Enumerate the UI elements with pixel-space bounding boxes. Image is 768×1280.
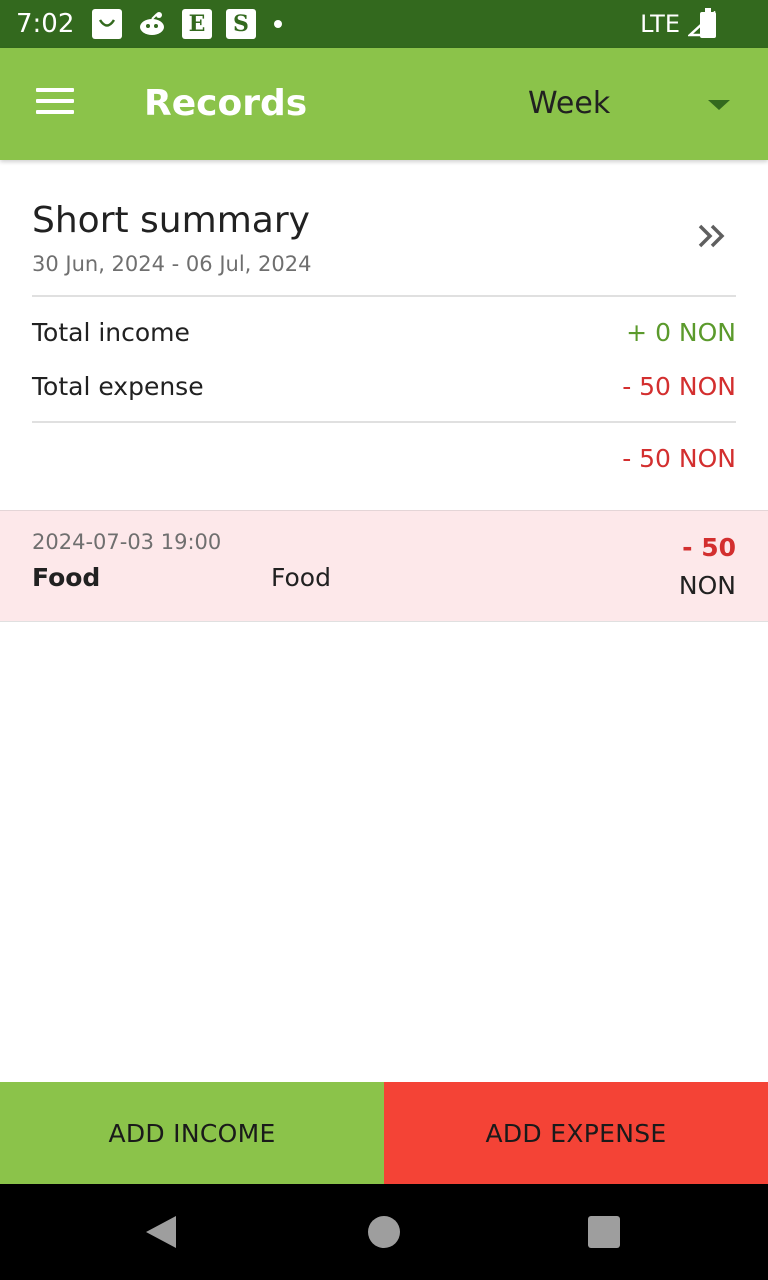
summary-title: Short summary — [32, 200, 310, 241]
back-icon[interactable] — [146, 1216, 176, 1248]
status-bar: 7:02 E S LTE — [0, 0, 768, 48]
recent-apps-icon[interactable] — [588, 1216, 620, 1248]
total-expense-value: - 50 NON — [622, 372, 736, 401]
balance-divider — [32, 421, 736, 423]
record-currency: NON — [678, 571, 736, 600]
shopify-icon: S — [226, 9, 256, 39]
record-category: Food — [32, 563, 101, 592]
double-chevron-right-icon[interactable] — [692, 216, 732, 256]
notification-icons: E S — [92, 9, 282, 39]
etsy-icon: E — [182, 9, 212, 39]
chevron-down-icon — [708, 100, 730, 110]
add-income-button[interactable]: ADD INCOME — [0, 1082, 384, 1184]
battery-icon — [700, 8, 716, 38]
menu-icon[interactable] — [36, 88, 76, 120]
add-expense-button[interactable]: ADD EXPENSE — [384, 1082, 768, 1184]
record-amount: - 50 — [682, 533, 736, 562]
home-icon[interactable] — [368, 1216, 400, 1248]
record-item[interactable]: 2024-07-03 19:00 Food Food - 50 NON — [0, 510, 768, 622]
balance-value: - 50 NON — [622, 444, 736, 473]
shopping-bag-icon — [92, 9, 122, 39]
page-title: Records — [144, 83, 308, 124]
status-time: 7:02 — [16, 9, 75, 39]
total-income-value: + 0 NON — [626, 318, 736, 347]
total-income-label: Total income — [32, 318, 190, 347]
summary-divider — [32, 295, 736, 297]
record-note: Food — [271, 563, 331, 592]
more-dot-icon — [274, 20, 282, 28]
network-type: LTE — [640, 10, 680, 38]
app-bar: Records Week — [0, 48, 768, 160]
period-dropdown[interactable]: Week — [504, 76, 744, 132]
reddit-icon — [136, 9, 168, 39]
total-expense-label: Total expense — [32, 372, 204, 401]
system-nav-bar — [0, 1184, 768, 1280]
record-datetime: 2024-07-03 19:00 — [32, 530, 222, 554]
summary-date-range: 30 Jun, 2024 - 06 Jul, 2024 — [32, 252, 312, 276]
period-value: Week — [528, 86, 611, 121]
